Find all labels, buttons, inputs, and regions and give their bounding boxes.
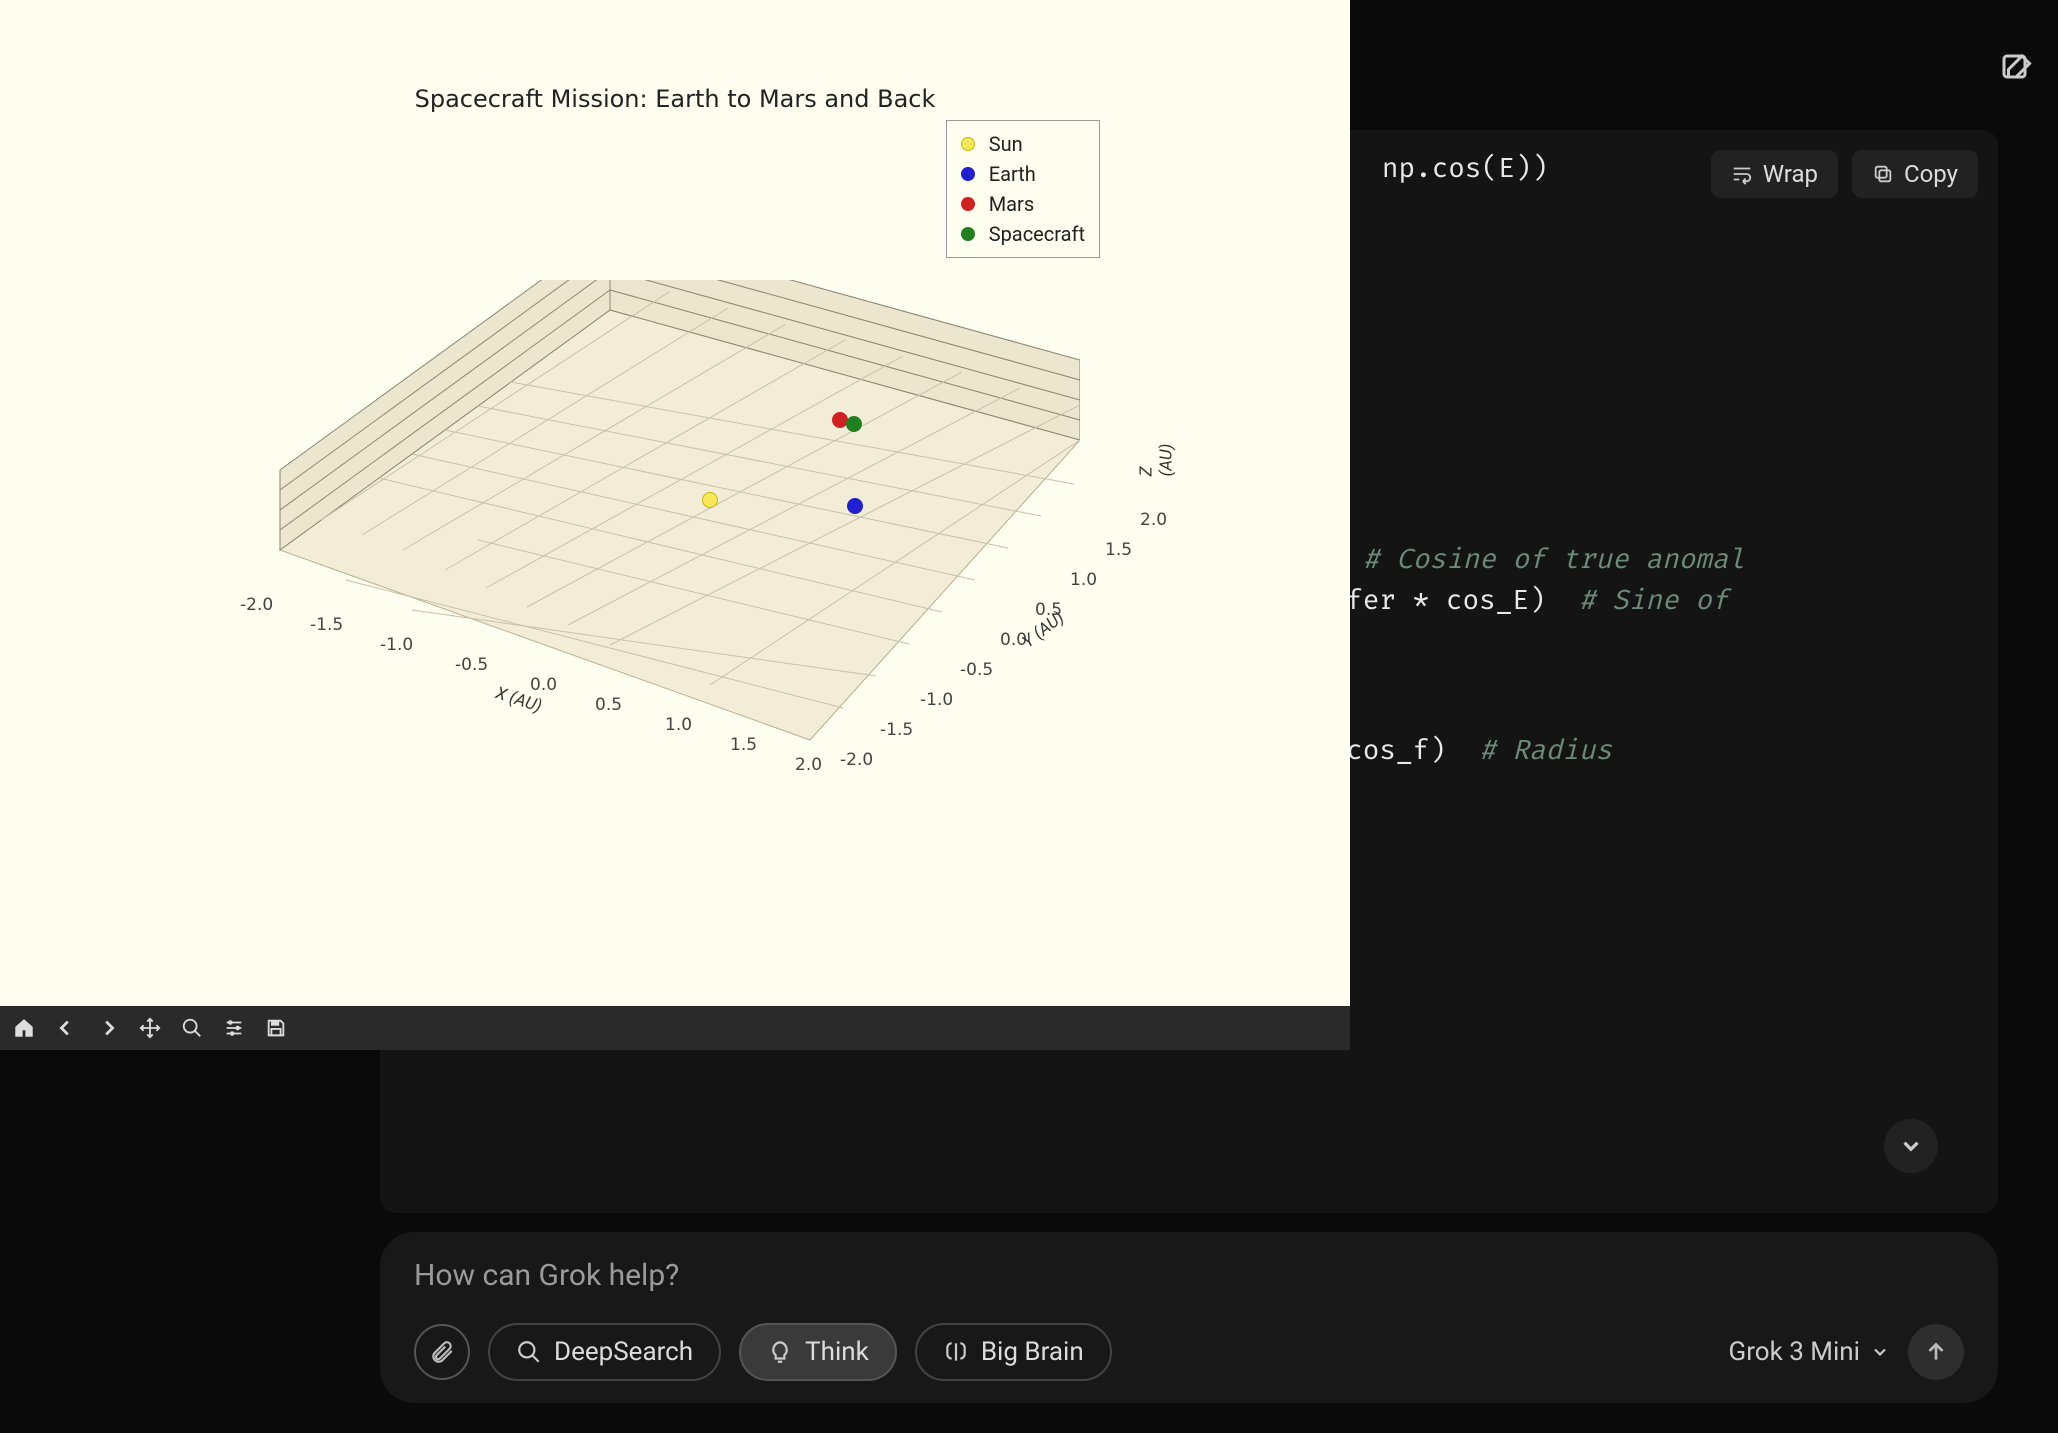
input-controls-row: DeepSearch Think Big Brain Grok 3 Mini	[414, 1323, 1964, 1381]
code-comment: # Cosine of true anomal	[1363, 544, 1745, 577]
legend-swatch-earth	[961, 167, 975, 181]
code-comment: # Radius	[1479, 735, 1612, 768]
legend-swatch-sun	[961, 137, 975, 151]
y-tick: 1.5	[1105, 540, 1132, 560]
legend-label-spacecraft: Spacecraft	[989, 219, 1085, 249]
home-icon	[13, 1017, 35, 1039]
chevron-down-icon	[1870, 1342, 1890, 1362]
arrow-right-icon	[97, 1017, 119, 1039]
chevron-down-icon	[1898, 1133, 1924, 1159]
model-label: Grok 3 Mini	[1729, 1337, 1861, 1367]
lightbulb-icon	[767, 1339, 793, 1365]
code-fragment: np.cos(E))	[1382, 153, 1548, 186]
x-tick: 1.5	[730, 735, 757, 755]
legend-swatch-spacecraft	[961, 227, 975, 241]
pan-button[interactable]	[130, 1010, 170, 1046]
sliders-icon	[223, 1017, 245, 1039]
chat-input-bar: How can Grok help? DeepSearch Think Big …	[380, 1232, 1998, 1403]
edit-icon	[1998, 50, 2034, 86]
legend-label-sun: Sun	[989, 129, 1023, 159]
bigbrain-button[interactable]: Big Brain	[915, 1323, 1112, 1381]
y-tick: -2.0	[840, 750, 873, 770]
attach-button[interactable]	[414, 1324, 470, 1380]
data-point-spacecraft	[846, 416, 862, 432]
x-tick: -0.5	[455, 655, 488, 675]
zoom-button[interactable]	[172, 1010, 212, 1046]
send-button[interactable]	[1908, 1324, 1964, 1380]
home-button[interactable]	[4, 1010, 44, 1046]
matplotlib-figure-window: Spacecraft Mission: Earth to Mars and Ba…	[0, 0, 1350, 1050]
search-icon	[516, 1339, 542, 1365]
think-label: Think	[805, 1337, 869, 1367]
legend-item-sun: Sun	[961, 129, 1085, 159]
x-tick: 0.0	[530, 675, 557, 695]
y-tick: -0.5	[960, 660, 993, 680]
x-tick: 0.5	[595, 695, 622, 715]
deepsearch-button[interactable]: DeepSearch	[488, 1323, 721, 1381]
paperclip-icon	[429, 1339, 455, 1365]
copy-button[interactable]: Copy	[1852, 150, 1978, 198]
copy-label: Copy	[1904, 160, 1958, 188]
think-button[interactable]: Think	[739, 1323, 897, 1381]
x-tick: 1.0	[665, 715, 692, 735]
y-tick: 2.0	[1140, 510, 1167, 530]
wrap-icon	[1731, 163, 1753, 185]
code-block-toolbar: Wrap Copy	[1711, 150, 1978, 198]
copy-icon	[1872, 163, 1894, 185]
x-tick: -1.5	[310, 615, 343, 635]
figure-canvas[interactable]: Spacecraft Mission: Earth to Mars and Ba…	[0, 0, 1350, 1006]
legend-swatch-mars	[961, 197, 975, 211]
bigbrain-label: Big Brain	[981, 1337, 1084, 1367]
x-tick: -1.0	[380, 635, 413, 655]
y-tick: 1.0	[1070, 570, 1097, 590]
save-icon	[265, 1017, 287, 1039]
chart-legend: Sun Earth Mars Spacecraft	[946, 120, 1100, 258]
model-selector[interactable]: Grok 3 Mini	[1729, 1337, 1891, 1367]
wrap-label: Wrap	[1763, 160, 1818, 188]
y-tick: -1.0	[920, 690, 953, 710]
z-axis-label: Z (AU)	[1136, 444, 1176, 477]
new-chat-button[interactable]	[1998, 50, 2040, 92]
x-tick: -2.0	[240, 595, 273, 615]
y-tick: -1.5	[880, 720, 913, 740]
code-comment: # Sine of	[1579, 585, 1729, 618]
legend-item-earth: Earth	[961, 159, 1085, 189]
matplotlib-toolbar	[0, 1006, 1350, 1050]
legend-item-spacecraft: Spacecraft	[961, 219, 1085, 249]
axes-3d: -2.0 -1.5 -1.0 -0.5 0.0 0.5 1.0 1.5 2.0 …	[250, 280, 1080, 750]
x-tick: 2.0	[795, 755, 822, 775]
legend-item-mars: Mars	[961, 189, 1085, 219]
search-icon	[181, 1017, 203, 1039]
arrow-left-icon	[55, 1017, 77, 1039]
chart-title: Spacecraft Mission: Earth to Mars and Ba…	[415, 85, 936, 113]
wrap-button[interactable]: Wrap	[1711, 150, 1838, 198]
scroll-down-button[interactable]	[1884, 1119, 1938, 1173]
arrow-up-icon	[1923, 1339, 1949, 1365]
deepsearch-label: DeepSearch	[554, 1337, 693, 1367]
brain-icon	[943, 1339, 969, 1365]
legend-label-mars: Mars	[989, 189, 1034, 219]
data-point-sun	[702, 492, 718, 508]
back-button[interactable]	[46, 1010, 86, 1046]
grid-plane	[250, 280, 1080, 750]
configure-button[interactable]	[214, 1010, 254, 1046]
move-icon	[139, 1017, 161, 1039]
legend-label-earth: Earth	[989, 159, 1036, 189]
save-button[interactable]	[256, 1010, 296, 1046]
chat-input[interactable]: How can Grok help?	[414, 1258, 1964, 1293]
data-point-earth	[847, 498, 863, 514]
forward-button[interactable]	[88, 1010, 128, 1046]
